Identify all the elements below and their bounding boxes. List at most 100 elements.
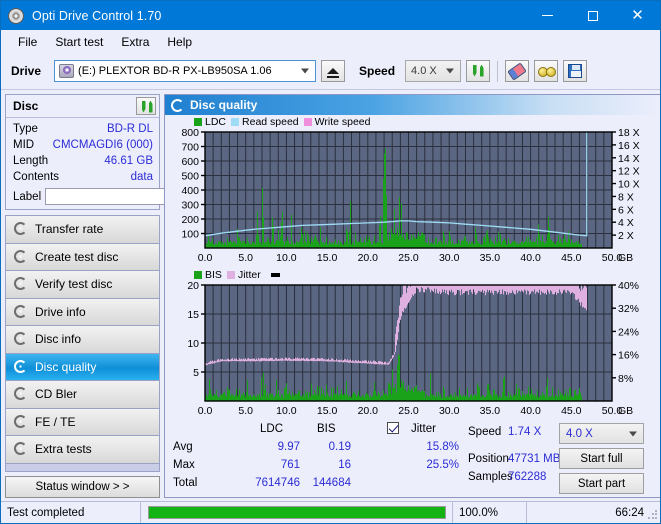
svg-text:GB: GB xyxy=(618,252,633,264)
disc-panel-title: Disc xyxy=(13,99,39,113)
svg-text:10.0: 10.0 xyxy=(276,405,297,417)
disc-type-key: Type xyxy=(13,123,38,135)
resize-grip-icon[interactable] xyxy=(647,509,659,521)
eject-button[interactable] xyxy=(321,60,346,82)
svg-text:10 X: 10 X xyxy=(618,179,640,191)
app-disc-icon xyxy=(8,7,24,24)
disc-type-value: BD-R DL xyxy=(106,123,153,135)
sidebar-item-fe-te[interactable]: FE / TE xyxy=(6,408,159,436)
svg-text:15.0: 15.0 xyxy=(317,252,338,264)
sidebar-item-extra-tests[interactable]: Extra tests xyxy=(6,436,159,464)
sidebar-item-label: Create test disc xyxy=(35,249,119,264)
svg-text:18 X: 18 X xyxy=(618,128,640,139)
stats-avg-jitter: 15.8% xyxy=(426,441,459,453)
sidebar-item-transfer-rate[interactable]: Transfer rate xyxy=(6,216,159,244)
stats-table: LDC BIS Avg 9.97 0.19 Max 761 16 Total 7… xyxy=(165,422,465,493)
status-window-button[interactable]: Status window > > xyxy=(5,476,160,498)
disc-icon xyxy=(13,249,28,264)
sidebar-item-create-test-disc[interactable]: Create test disc xyxy=(6,243,159,271)
bis-jitter-chart[interactable]: 5 10 15 20 8% 16% 24% 32% 40% 0.0 5.0 10.0 15.0 20.0 2… xyxy=(165,281,660,419)
svg-text:GB: GB xyxy=(618,405,633,417)
stats-row-avg-key: Avg xyxy=(173,441,193,453)
nav-filler xyxy=(5,463,160,472)
stats-total-bis: 144684 xyxy=(312,477,351,489)
legend-swatch-read-speed xyxy=(231,117,240,126)
stats-row-total-key: Total xyxy=(173,477,198,489)
disc-length-key: Length xyxy=(13,155,49,167)
stats-header-ldc: LDC xyxy=(260,423,284,435)
menu-help[interactable]: Help xyxy=(158,33,201,51)
drive-select[interactable]: (E:) PLEXTOR BD-R PX-LB950SA 1.06 xyxy=(54,60,317,82)
svg-text:25.0: 25.0 xyxy=(398,405,419,417)
sidebar-item-disc-quality[interactable]: Disc quality xyxy=(6,353,159,381)
refresh-button[interactable] xyxy=(466,60,491,82)
disc-quality-panel: Disc quality LDC Read speed Write speed … xyxy=(164,94,660,498)
svg-text:32%: 32% xyxy=(618,303,639,315)
stats-avg-ldc: 9.97 xyxy=(277,441,300,453)
minimize-button[interactable] xyxy=(525,1,570,30)
sidebar-item-drive-info[interactable]: Drive info xyxy=(6,298,159,326)
inspect-button[interactable] xyxy=(534,60,559,82)
sidebar-item-label: Verify test disc xyxy=(35,277,113,292)
erase-button[interactable] xyxy=(505,60,530,82)
ldc-chart[interactable]: 100 200 300 400 500 600 700 800 2 X4 X6 X8 X 10 X… xyxy=(165,128,660,266)
page-title: Disc quality xyxy=(190,98,258,112)
disc-mid-value: CMCMAGDI6 (000) xyxy=(52,139,153,151)
svg-text:4 X: 4 X xyxy=(618,217,634,229)
speed-select-value: 4.0 X xyxy=(411,65,437,77)
test-speed-value: 4.0 X xyxy=(566,427,593,440)
svg-text:25.0: 25.0 xyxy=(398,252,419,264)
stats-header-bis: BIS xyxy=(317,423,336,435)
window-controls: ✕ xyxy=(525,1,660,30)
legend-label-bis: BIS xyxy=(205,268,222,281)
drive-icon xyxy=(59,64,75,78)
svg-text:12 X: 12 X xyxy=(618,166,640,178)
close-button[interactable]: ✕ xyxy=(615,1,660,30)
app-window: Opti Drive Control 1.70 ✕ File Start tes… xyxy=(0,0,661,524)
samples-stat-key: Samples xyxy=(468,471,513,483)
speed-select[interactable]: 4.0 X xyxy=(405,60,462,82)
chevron-down-icon xyxy=(301,68,310,74)
menu-extra[interactable]: Extra xyxy=(112,33,158,51)
svg-text:0.0: 0.0 xyxy=(198,405,213,417)
stats-max-ldc: 761 xyxy=(280,459,300,471)
left-sidebar: Disc Type BD-R DL MID CMCMAGDI6 (000) Le… xyxy=(5,94,217,498)
start-part-button[interactable]: Start part xyxy=(559,473,644,494)
speed-stat-key: Speed xyxy=(468,426,502,438)
minimize-icon xyxy=(542,15,553,16)
jitter-checkbox[interactable] xyxy=(387,422,399,434)
position-stat-value: 47731 MB xyxy=(508,453,561,465)
main-body: Disc Type BD-R DL MID CMCMAGDI6 (000) Le… xyxy=(1,90,660,498)
svg-text:200: 200 xyxy=(181,214,199,226)
legend-swatch-write-speed xyxy=(303,117,312,126)
elapsed-time-label: 66:24 xyxy=(615,506,644,519)
menu-start-test[interactable]: Start test xyxy=(46,33,112,51)
disc-refresh-button[interactable] xyxy=(136,97,156,115)
refresh-icon xyxy=(471,64,486,79)
legend-item-bis: BIS xyxy=(194,269,222,281)
sidebar-item-label: CD Bler xyxy=(35,387,78,402)
chevron-down-icon xyxy=(446,68,455,74)
svg-text:20.0: 20.0 xyxy=(358,405,379,417)
glasses-icon xyxy=(537,66,556,77)
svg-text:400: 400 xyxy=(181,185,199,197)
menu-file[interactable]: File xyxy=(9,33,46,51)
maximize-button[interactable] xyxy=(570,1,615,30)
sidebar-item-cd-bler[interactable]: CD Bler xyxy=(6,381,159,409)
sidebar-item-disc-info[interactable]: Disc info xyxy=(6,326,159,354)
start-full-button[interactable]: Start full xyxy=(559,448,644,469)
disc-row-contents: Contents data xyxy=(13,169,153,185)
sidebar-item-verify-test-disc[interactable]: Verify test disc xyxy=(6,271,159,299)
stats-avg-bis: 0.19 xyxy=(328,441,351,453)
svg-text:100: 100 xyxy=(181,229,199,241)
disc-icon xyxy=(13,304,28,319)
status-bar: Test completed 100.0% 66:24 xyxy=(1,501,660,523)
jitter-label: Jitter xyxy=(411,423,436,435)
svg-text:30.0: 30.0 xyxy=(439,252,460,264)
svg-text:30.0: 30.0 xyxy=(439,405,460,417)
save-button[interactable] xyxy=(563,60,588,82)
svg-text:8%: 8% xyxy=(618,373,633,385)
test-speed-select[interactable]: 4.0 X xyxy=(559,423,644,444)
svg-text:35.0: 35.0 xyxy=(480,252,501,264)
progress-bar xyxy=(147,506,446,519)
